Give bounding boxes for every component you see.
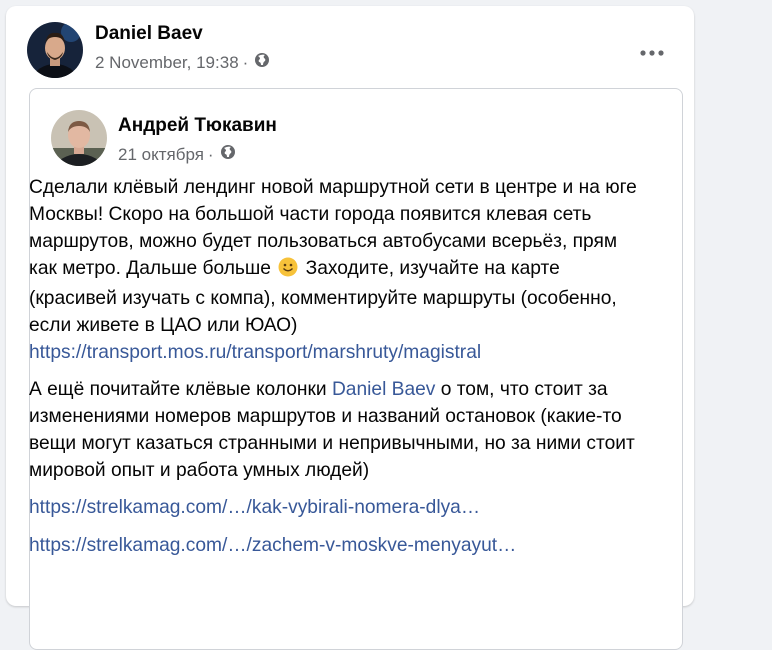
more-options-button[interactable] [634, 40, 670, 66]
link-strelkamag-2[interactable]: https://strelkamag.com/…/zachem-v-moskve… [29, 532, 649, 559]
links-list: https://strelkamag.com/…/kak-vybirali-no… [29, 494, 649, 559]
more-options-icon [640, 50, 664, 56]
shared-meta: 21 октября · [118, 144, 236, 165]
link-transport-mos[interactable]: https://transport.mos.ru/transport/marsh… [29, 339, 649, 366]
post-timestamp[interactable]: 2 November, 19:38 [95, 53, 239, 73]
shared-post-body: Сделали клёвый лендинг новой маршрутной … [29, 174, 649, 559]
shared-author-name[interactable]: Андрей Тюкавин [118, 115, 277, 137]
meta-separator: · [242, 52, 249, 72]
slightly-smiling-face-emoji [278, 257, 298, 285]
post-meta: 2 November, 19:38 · [95, 52, 270, 73]
paragraph-2-start: А ещё почитайте клёвые колонки [29, 379, 332, 400]
avatar[interactable] [27, 22, 83, 78]
paragraph-2: А ещё почитайте клёвые колонки Daniel Ba… [29, 376, 649, 484]
globe-icon [220, 144, 236, 165]
mention-daniel-baev[interactable]: Daniel Baev [332, 379, 435, 400]
link-strelkamag-1[interactable]: https://strelkamag.com/…/kak-vybirali-no… [29, 494, 649, 521]
post-author-name[interactable]: Daniel Baev [95, 23, 203, 45]
globe-icon [254, 52, 270, 73]
shared-timestamp[interactable]: 21 октября [118, 145, 204, 165]
post-card: Daniel Baev 2 November, 19:38 · Андрей Т… [6, 6, 694, 650]
meta-separator: · [207, 144, 214, 164]
paragraph-1: Сделали клёвый лендинг новой маршрутной … [29, 174, 649, 366]
avatar[interactable] [51, 110, 107, 166]
